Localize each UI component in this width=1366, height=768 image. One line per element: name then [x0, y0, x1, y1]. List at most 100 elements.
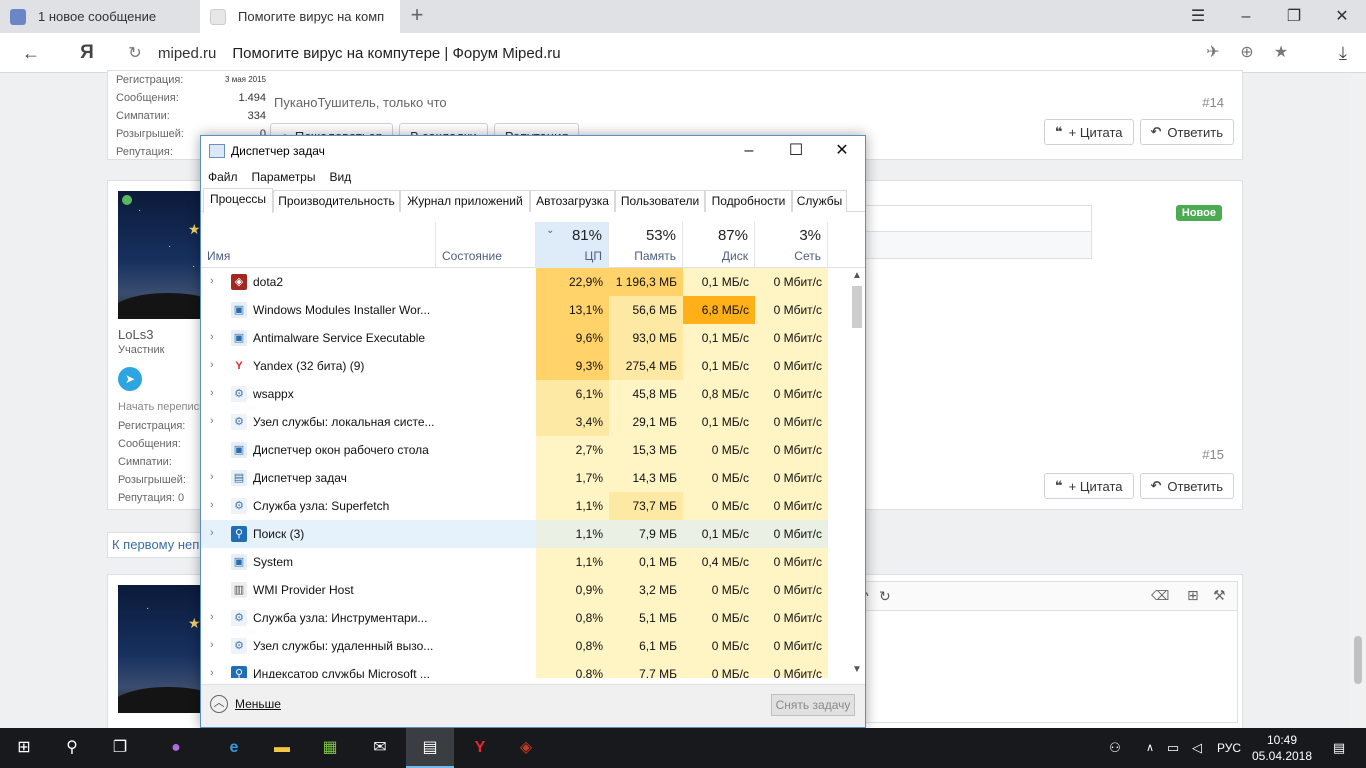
- network-icon[interactable]: ▭: [1162, 728, 1184, 768]
- process-row[interactable]: › ⚙ Узел службы: локальная систе... 3,4% 29,…: [201, 408, 853, 436]
- bookmark-star-icon[interactable]: ★: [1271, 41, 1291, 65]
- taskmanager-taskbar-icon[interactable]: ▤: [406, 728, 454, 768]
- process-list-scroll-thumb[interactable]: [852, 286, 862, 328]
- tm-maximize-button[interactable]: ☐: [773, 136, 819, 166]
- expand-chevron-icon[interactable]: ›: [210, 331, 214, 343]
- column-memory[interactable]: 53% Память: [609, 222, 683, 268]
- start-conversation-link[interactable]: Начать переписку: [118, 401, 210, 413]
- expand-chevron-icon[interactable]: ›: [210, 639, 214, 651]
- expand-chevron-icon[interactable]: ›: [210, 611, 214, 623]
- search-icon[interactable]: ⚲: [48, 728, 96, 768]
- tab-app-history[interactable]: Журнал приложений: [400, 190, 530, 212]
- process-row[interactable]: › ▣ Antimalware Service Executable 9,6% 93,0…: [201, 324, 853, 352]
- reload-icon[interactable]: ↻: [120, 43, 150, 63]
- tab-details[interactable]: Подробности: [705, 190, 792, 212]
- page-scrollbar-thumb[interactable]: [1354, 636, 1362, 684]
- windows-start-icon[interactable]: ⊞: [0, 728, 48, 768]
- process-row[interactable]: › Y Yandex (32 бита) (9) 9,3% 275,4 МБ 0,1 МБ…: [201, 352, 853, 380]
- chevron-up-icon[interactable]: ︿: [210, 695, 228, 713]
- menu-view[interactable]: Вид: [322, 166, 358, 188]
- yandex-logo-button[interactable]: Я: [72, 39, 102, 67]
- redo-icon[interactable]: ↻: [879, 588, 891, 605]
- expand-chevron-icon[interactable]: ›: [210, 527, 214, 539]
- column-status[interactable]: Состояние: [436, 222, 536, 268]
- quote-button[interactable]: ❝ + Цитата: [1044, 473, 1134, 499]
- task-manager-titlebar[interactable]: Диспетчер задач – ☐ ✕: [201, 136, 865, 166]
- chevron-up-icon[interactable]: ∧: [1140, 728, 1160, 768]
- page-scrollbar[interactable]: [1350, 74, 1366, 730]
- column-network[interactable]: 3% Сеть: [755, 222, 828, 268]
- new-tab-button[interactable]: +: [405, 3, 429, 29]
- input-language-indicator[interactable]: РУС: [1212, 728, 1246, 768]
- post-number[interactable]: #14: [1202, 95, 1224, 110]
- table-icon[interactable]: ⊞: [1187, 587, 1199, 604]
- downloads-icon[interactable]: ⤓: [1328, 39, 1358, 67]
- quote-button[interactable]: ❝ + Цитата: [1044, 119, 1134, 145]
- process-row[interactable]: ▣ System 1,1% 0,1 МБ 0,4 МБ/с 0 Мбит/с: [201, 548, 853, 576]
- process-row[interactable]: › ▤ Диспетчер задач 1,7% 14,3 МБ 0 МБ/с 0 Мбит…: [201, 464, 853, 492]
- scroll-down-icon[interactable]: ▼: [849, 662, 865, 678]
- expand-chevron-icon[interactable]: ›: [210, 667, 214, 678]
- protect-icon[interactable]: ⊕: [1237, 41, 1257, 65]
- process-row[interactable]: › ⚙ Узел службы: удаленный вызо... 0,8% 6,1 …: [201, 632, 853, 660]
- expand-chevron-icon[interactable]: ›: [210, 387, 214, 399]
- reply-button[interactable]: ↶ Ответить: [1139, 473, 1234, 499]
- end-task-button[interactable]: Снять задачу: [771, 694, 855, 716]
- yandex-browser-icon[interactable]: Y: [456, 728, 504, 768]
- expand-chevron-icon[interactable]: ›: [210, 499, 214, 511]
- process-row[interactable]: ▣ Диспетчер окон рабочего стола 2,7% 15,3 М…: [201, 436, 853, 464]
- column-disk[interactable]: 87% Диск: [683, 222, 755, 268]
- browser-tab-messages[interactable]: 1 новое сообщение: [0, 0, 200, 33]
- restore-button[interactable]: ❐: [1270, 0, 1318, 33]
- omnibox[interactable]: ↻ miped.ru Помогите вирус на компутере |…: [120, 37, 1305, 69]
- expand-chevron-icon[interactable]: ›: [210, 415, 214, 427]
- task-view-icon[interactable]: ❐: [96, 728, 144, 768]
- process-row[interactable]: ▣ Windows Modules Installer Wor... 13,1% 56…: [201, 296, 853, 324]
- tab-users[interactable]: Пользователи: [615, 190, 705, 212]
- browser-tab-forum[interactable]: Помогите вирус на комп: [200, 0, 400, 33]
- menu-icon[interactable]: ☰: [1174, 0, 1222, 33]
- tm-close-button[interactable]: ✕: [819, 136, 865, 166]
- expand-chevron-icon[interactable]: ›: [210, 275, 214, 287]
- minimize-button[interactable]: –: [1222, 0, 1270, 33]
- mail-icon[interactable]: ✉: [356, 728, 404, 768]
- menu-file[interactable]: Файл: [201, 166, 245, 188]
- process-row[interactable]: › ⚙ Служба узла: Инструментари... 0,8% 5,1 М…: [201, 604, 853, 632]
- process-row[interactable]: › ⚙ Служба узла: Superfetch 1,1% 73,7 МБ 0 МБ…: [201, 492, 853, 520]
- back-button[interactable]: ←: [16, 39, 46, 67]
- volume-icon[interactable]: ◁: [1186, 728, 1208, 768]
- tab-startup[interactable]: Автозагрузка: [530, 190, 615, 212]
- close-button[interactable]: ✕: [1318, 0, 1366, 33]
- expand-chevron-icon[interactable]: ›: [210, 359, 214, 371]
- people-icon[interactable]: ⚇: [1104, 728, 1126, 768]
- process-row[interactable]: › ⚲ Поиск (3) 1,1% 7,9 МБ 0,1 МБ/с 0 Мбит/с: [201, 520, 853, 548]
- column-name[interactable]: Имя: [201, 222, 436, 268]
- process-row[interactable]: › ⚲ Индексатор службы Microsoft ... 0,8% 7,7…: [201, 660, 853, 678]
- tab-processes[interactable]: Процессы: [203, 188, 273, 213]
- reply-button[interactable]: ↶ Ответить: [1139, 119, 1234, 145]
- expand-chevron-icon[interactable]: ›: [210, 471, 214, 483]
- process-list-scrollbar[interactable]: ▲ ▼: [849, 268, 865, 678]
- tab-performance[interactable]: Производительность: [273, 190, 400, 212]
- taskbar-clock[interactable]: 10:49 05.04.2018: [1250, 732, 1314, 764]
- tm-minimize-button[interactable]: –: [726, 136, 772, 166]
- process-row[interactable]: ▥ WMI Provider Host 0,9% 3,2 МБ 0 МБ/с 0 Мбит…: [201, 576, 853, 604]
- post-author-name[interactable]: LoLs3: [118, 327, 153, 342]
- process-row[interactable]: › ◈ dota2 22,9% 1 196,3 МБ 0,1 МБ/с 0 Мбит/с: [201, 268, 853, 296]
- translate-icon[interactable]: ✈: [1203, 41, 1223, 65]
- dota-taskbar-icon[interactable]: ◈: [502, 728, 550, 768]
- file-explorer-icon[interactable]: ▬: [258, 728, 306, 768]
- store-icon[interactable]: ▦: [306, 728, 354, 768]
- fewer-details-link[interactable]: Меньше: [235, 697, 281, 711]
- settings-wrench-icon[interactable]: ⚒: [1213, 587, 1226, 604]
- edge-icon[interactable]: e: [210, 728, 258, 768]
- eraser-icon[interactable]: ⌫: [1151, 588, 1169, 604]
- process-row[interactable]: › ⚙ wsappx 6,1% 45,8 МБ 0,8 МБ/с 0 Мбит/с: [201, 380, 853, 408]
- user-avatar[interactable]: ★ · · ·: [118, 191, 204, 319]
- column-cpu[interactable]: ⌄ 81% ЦП: [536, 222, 609, 268]
- scroll-up-icon[interactable]: ▲: [849, 268, 865, 284]
- tab-services[interactable]: Службы: [792, 190, 847, 212]
- telegram-icon[interactable]: ➤: [118, 367, 142, 391]
- action-center-icon[interactable]: ▤: [1324, 728, 1354, 768]
- post-number[interactable]: #15: [1202, 447, 1224, 462]
